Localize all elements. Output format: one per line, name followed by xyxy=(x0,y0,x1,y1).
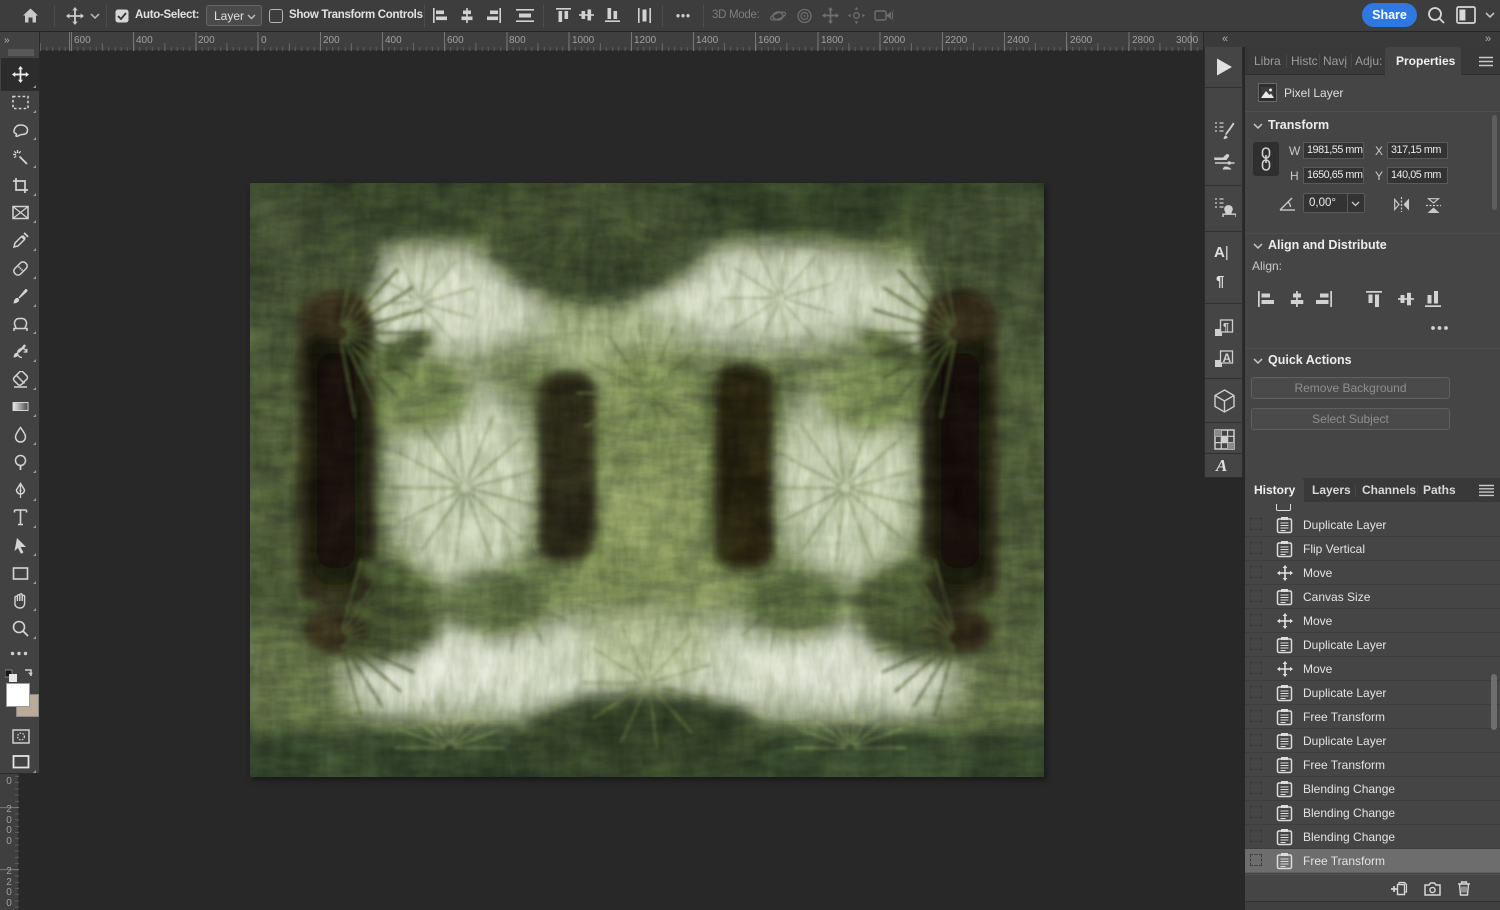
svg-text:A: A xyxy=(1223,351,1232,365)
svg-text:¶: ¶ xyxy=(1223,322,1229,334)
